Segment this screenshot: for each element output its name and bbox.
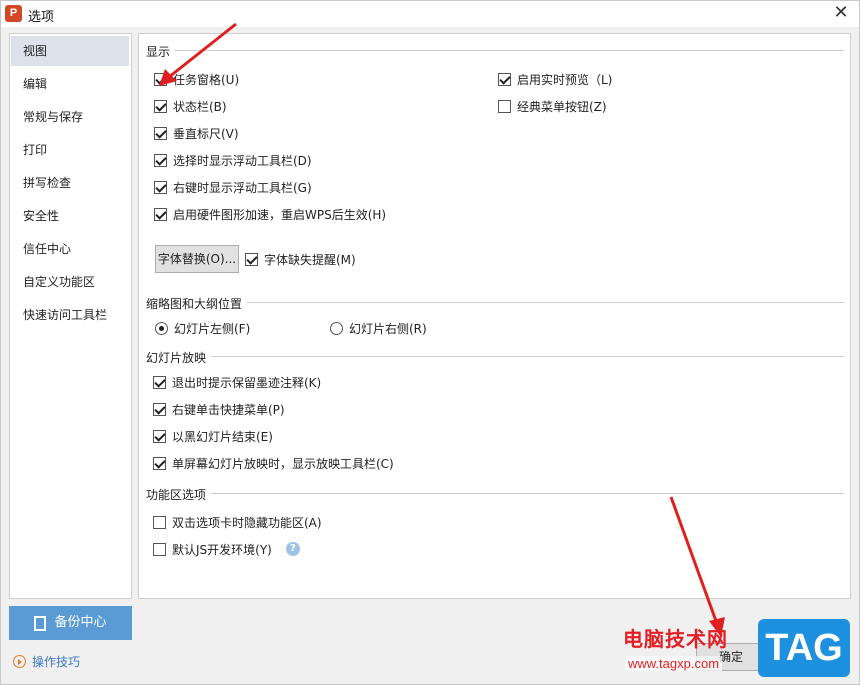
sidebar-item-general-save[interactable]: 常规与保存 [11, 102, 129, 132]
play-circle-icon [13, 655, 26, 668]
watermark-site-name: 电脑技术网 [623, 627, 728, 651]
keep-ink-label: 退出时提示保留墨迹注释(K) [172, 375, 322, 390]
live-preview-option[interactable]: 启用实时预览（L) [498, 70, 612, 88]
title-bar: P 选项 ✕ [1, 1, 859, 27]
font-replace-button[interactable]: 字体替换(O)... [155, 245, 239, 273]
sidebar-item-view[interactable]: 视图 [11, 36, 129, 66]
vertical-ruler-checkbox[interactable] [154, 126, 167, 140]
sidebar-item-spellcheck[interactable]: 拼写检查 [11, 168, 129, 198]
floating-toolbar-rightclick-checkbox[interactable] [154, 180, 167, 194]
task-pane-label: 任务窗格(U) [173, 72, 240, 87]
single-screen-toolbar-option[interactable]: 单屏幕幻灯片放映时，显示放映工具栏(C) [153, 454, 394, 472]
floating-toolbar-select-label: 选择时显示浮动工具栏(D) [173, 153, 312, 168]
section-title-thumbnail: 缩略图和大纲位置 [146, 297, 243, 311]
single-screen-toolbar-label: 单屏幕幻灯片放映时，显示放映工具栏(C) [172, 456, 394, 471]
dblclick-hide-ribbon-option[interactable]: 双击选项卡时隐藏功能区(A) [153, 513, 322, 531]
thumbnail-left-option[interactable]: 幻灯片左侧(F) [155, 319, 250, 337]
end-black-slide-option[interactable]: 以黑幻灯片结束(E) [153, 427, 273, 445]
sidebar-item-security[interactable]: 安全性 [11, 201, 129, 231]
options-content-panel: 显示 任务窗格(U) 状态栏(B) 垂直标尺(V) 选择时显示浮动工具栏(D) … [138, 33, 851, 599]
operation-tips-label: 操作技巧 [32, 655, 81, 669]
rightclick-menu-checkbox[interactable] [153, 402, 166, 416]
options-dialog: P 选项 ✕ 视图 编辑 常规与保存 打印 拼写检查 安全性 信任中心 自定义功… [0, 0, 860, 685]
font-missing-label: 字体缺失提醒(M) [264, 252, 356, 267]
watermark-tag-logo: TAG [758, 619, 850, 677]
section-divider [211, 356, 844, 357]
thumbnail-right-option[interactable]: 幻灯片右侧(R) [330, 319, 427, 337]
end-black-slide-checkbox[interactable] [153, 429, 166, 443]
section-title-ribbon: 功能区选项 [146, 488, 207, 502]
js-dev-env-checkbox[interactable] [153, 542, 166, 556]
section-divider [175, 50, 844, 51]
thumbnail-left-radio[interactable] [155, 321, 168, 335]
keep-ink-checkbox[interactable] [153, 375, 166, 389]
dblclick-hide-ribbon-label: 双击选项卡时隐藏功能区(A) [172, 515, 322, 530]
sidebar-item-customize-ribbon[interactable]: 自定义功能区 [11, 267, 129, 297]
font-missing-checkbox[interactable] [245, 252, 258, 266]
status-bar-checkbox[interactable] [154, 99, 167, 113]
live-preview-label: 启用实时预览（L) [517, 72, 613, 87]
hardware-acceleration-option[interactable]: 启用硬件图形加速，重启WPS后生效(H) [154, 205, 386, 223]
close-icon[interactable]: ✕ [829, 2, 853, 26]
section-divider [211, 493, 844, 494]
backup-center-button[interactable]: 备份中心 [9, 606, 132, 640]
thumbnail-right-label: 幻灯片右侧(R) [349, 321, 427, 336]
rightclick-menu-option[interactable]: 右键单击快捷菜单(P) [153, 400, 285, 418]
sidebar-item-quick-access-toolbar[interactable]: 快速访问工具栏 [11, 300, 129, 330]
status-bar-option[interactable]: 状态栏(B) [154, 97, 227, 115]
rightclick-menu-label: 右键单击快捷菜单(P) [172, 402, 285, 417]
document-icon [34, 615, 47, 631]
thumbnail-right-radio[interactable] [330, 321, 343, 335]
live-preview-checkbox[interactable] [498, 72, 511, 86]
dblclick-hide-ribbon-checkbox[interactable] [153, 515, 166, 529]
hardware-acceleration-label: 启用硬件图形加速，重启WPS后生效(H) [173, 207, 387, 222]
watermark-url: www.tagxp.com [625, 656, 723, 671]
js-dev-env-option[interactable]: 默认JS开发环境(Y) ? [153, 540, 300, 558]
classic-menu-checkbox[interactable] [498, 99, 511, 113]
hardware-acceleration-checkbox[interactable] [154, 207, 167, 221]
wps-presentation-app-icon: P [5, 5, 22, 22]
font-missing-option[interactable]: 字体缺失提醒(M) [245, 250, 356, 268]
section-title-display: 显示 [146, 45, 171, 59]
operation-tips-link[interactable]: 操作技巧 [13, 653, 80, 670]
task-pane-checkbox[interactable] [154, 72, 167, 86]
vertical-ruler-option[interactable]: 垂直标尺(V) [154, 124, 239, 142]
end-black-slide-label: 以黑幻灯片结束(E) [172, 429, 273, 444]
sidebar-item-edit[interactable]: 编辑 [11, 69, 129, 99]
single-screen-toolbar-checkbox[interactable] [153, 456, 166, 470]
status-bar-label: 状态栏(B) [173, 99, 227, 114]
options-sidebar: 视图 编辑 常规与保存 打印 拼写检查 安全性 信任中心 自定义功能区 快速访问… [9, 33, 132, 599]
help-icon[interactable]: ? [285, 542, 300, 556]
dialog-title: 选项 [28, 10, 55, 25]
classic-menu-option[interactable]: 经典菜单按钮(Z) [498, 97, 607, 115]
sidebar-item-trust-center[interactable]: 信任中心 [11, 234, 129, 264]
task-pane-option[interactable]: 任务窗格(U) [154, 70, 239, 88]
floating-toolbar-select-checkbox[interactable] [154, 153, 167, 167]
js-dev-env-label: 默认JS开发环境(Y) [172, 542, 272, 557]
thumbnail-left-label: 幻灯片左侧(F) [174, 321, 251, 336]
floating-toolbar-select-option[interactable]: 选择时显示浮动工具栏(D) [154, 151, 312, 169]
floating-toolbar-rightclick-option[interactable]: 右键时显示浮动工具栏(G) [154, 178, 312, 196]
section-divider [247, 302, 844, 303]
backup-center-label: 备份中心 [54, 615, 107, 630]
keep-ink-option[interactable]: 退出时提示保留墨迹注释(K) [153, 373, 321, 391]
section-title-slideshow: 幻灯片放映 [146, 351, 207, 365]
sidebar-item-print[interactable]: 打印 [11, 135, 129, 165]
classic-menu-label: 经典菜单按钮(Z) [517, 99, 607, 114]
floating-toolbar-rightclick-label: 右键时显示浮动工具栏(G) [173, 180, 312, 195]
vertical-ruler-label: 垂直标尺(V) [173, 126, 239, 141]
